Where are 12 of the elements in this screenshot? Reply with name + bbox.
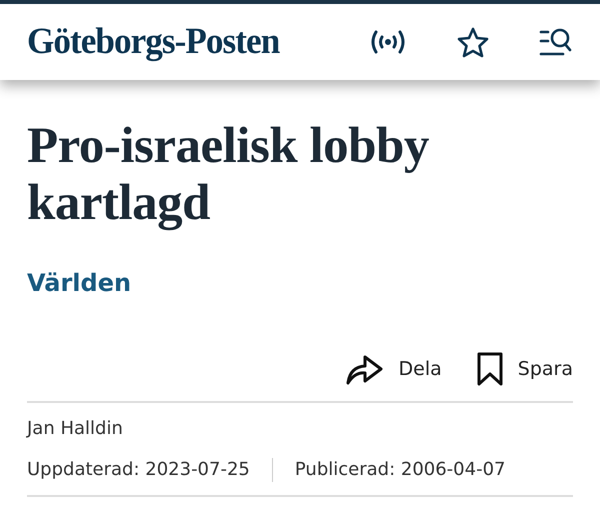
star-icon[interactable] [457, 26, 489, 58]
category-link[interactable]: Världen [27, 265, 573, 301]
share-button[interactable]: Dela [344, 351, 442, 387]
search-menu-icon[interactable] [539, 27, 573, 57]
broadcast-icon[interactable] [369, 30, 407, 54]
logo[interactable]: Göteborgs-Posten [27, 14, 280, 70]
bookmark-icon [476, 351, 504, 387]
author-name: Jan Halldin [27, 417, 124, 441]
save-button[interactable]: Spara [476, 351, 573, 387]
article-title: Pro-israelisk lobby kartlagd [27, 118, 430, 232]
updated-date: Uppdaterad: 2023-07-25 [27, 458, 250, 482]
published-date: Publicerad: 2006-04-07 [294, 458, 506, 482]
